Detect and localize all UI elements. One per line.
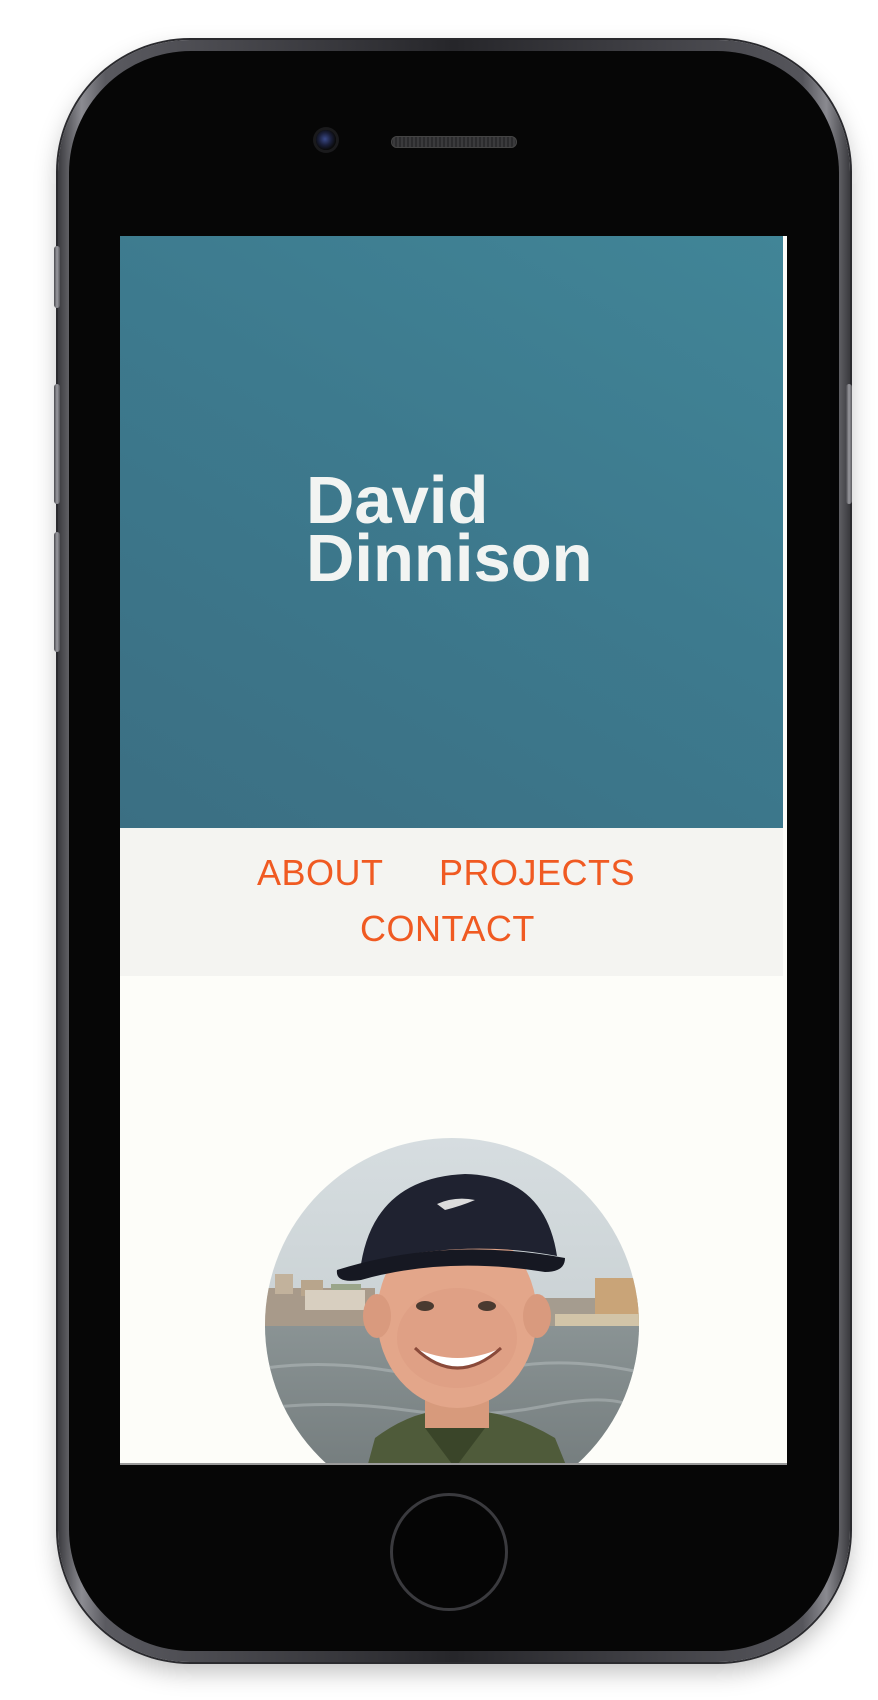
- phone-screen: David Dinnison ABOUT PROJECTS CONTACT: [120, 236, 787, 1465]
- about-section: [120, 976, 783, 1465]
- earpiece-speaker: [391, 136, 517, 148]
- avatar: [265, 1138, 639, 1465]
- hero-banner: David Dinnison: [120, 236, 783, 828]
- profile-photo-icon: [265, 1138, 639, 1465]
- hero-title: David Dinnison: [306, 467, 593, 592]
- volume-down-button: [54, 532, 60, 652]
- nav-link-projects[interactable]: PROJECTS: [439, 852, 635, 894]
- front-camera-icon: [316, 130, 336, 150]
- main-nav: ABOUT PROJECTS CONTACT: [120, 828, 783, 976]
- volume-up-button: [54, 384, 60, 504]
- stage: David Dinnison ABOUT PROJECTS CONTACT: [0, 0, 878, 1700]
- nav-link-about[interactable]: ABOUT: [257, 852, 384, 894]
- home-button[interactable]: [390, 1493, 508, 1611]
- mute-switch: [54, 246, 60, 308]
- nav-link-contact[interactable]: CONTACT: [360, 908, 535, 950]
- power-button: [846, 384, 852, 504]
- hero-last-name: Dinnison: [306, 521, 593, 596]
- screen-edge: [120, 1463, 787, 1465]
